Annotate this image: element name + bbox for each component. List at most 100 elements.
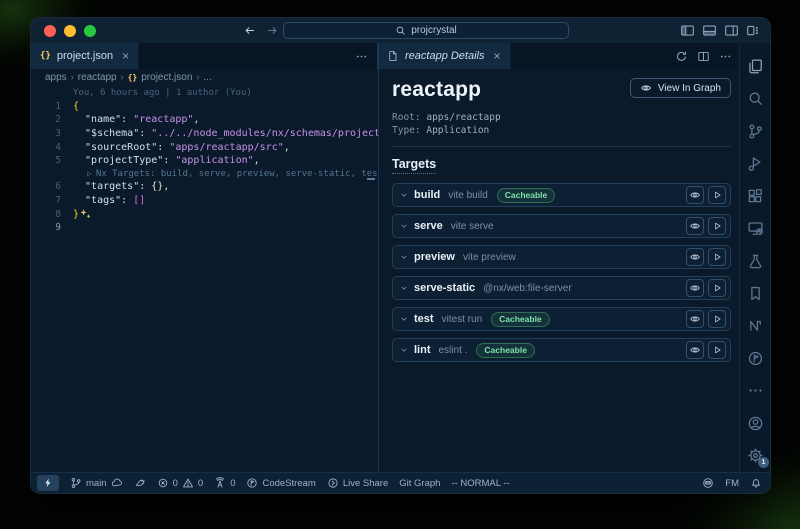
target-name: serve-static [414,282,475,294]
status-vim-mode[interactable]: -- NORMAL -- [451,478,509,489]
run-target-button[interactable] [708,186,726,204]
target-name: lint [414,344,431,356]
activity-codestream-icon[interactable] [743,342,767,374]
editor-tab-bar: {} project.json × reactapp Details × [31,43,741,69]
run-target-button[interactable] [708,341,726,359]
refresh-icon[interactable] [675,50,688,63]
target-name: serve [414,220,443,232]
view-target-config-button[interactable] [686,341,704,359]
split-editor-icon[interactable] [697,50,710,63]
command-center-search[interactable]: projcrystal [283,22,569,39]
view-target-config-button[interactable] [686,186,704,204]
status-git-graph[interactable]: Git Graph [399,478,440,489]
chevron-down-icon[interactable] [399,345,409,355]
chevron-down-icon[interactable] [399,221,409,231]
back-arrow-icon[interactable] [243,24,256,37]
status-copilot[interactable] [702,477,714,489]
cacheable-badge: Cacheable [491,312,550,327]
activity-source-control-icon[interactable] [743,115,767,147]
run-target-button[interactable] [708,310,726,328]
code-line-8: 8} [31,207,378,221]
breadcrumb-item-reactapp[interactable]: reactapp [78,72,117,83]
chevron-down-icon[interactable] [399,283,409,293]
line-number: 1 [31,101,61,112]
activity-nx-console-icon[interactable] [743,310,767,342]
project-details-panel: reactapp View In Graph Root: apps/reacta… [379,69,741,472]
activity-testing-icon[interactable] [743,245,767,277]
close-tab-icon[interactable]: × [122,49,129,63]
code-line-2: 2 "name": "reactapp", [31,113,378,127]
target-card-lint[interactable]: linteslint .Cacheable [392,338,731,362]
view-target-config-button[interactable] [686,248,704,266]
status-problems[interactable]: 00 [157,477,204,489]
code-editor[interactable]: You, 6 hours ago | 1 author (You)1{2 "na… [31,85,378,472]
layout-customize-icon[interactable] [746,23,761,38]
run-target-button[interactable] [708,279,726,297]
layout-sidebar-left-icon[interactable] [680,23,695,38]
activity-search-icon[interactable] [743,82,767,114]
status-codestream[interactable]: CodeStream [246,477,315,489]
json-braces-icon: {} [40,51,51,61]
chevron-down-icon[interactable] [399,252,409,262]
view-target-config-button[interactable] [686,279,704,297]
vscode-window: projcrystal {} project.json × reactapp D… [30,17,771,494]
layout-sidebar-right-icon[interactable] [724,23,739,38]
line-number: 2 [31,114,61,125]
status-ports[interactable]: 0 [214,477,235,489]
view-target-config-button[interactable] [686,217,704,235]
breadcrumb: apps›reactapp›{}project.json›... [31,69,378,85]
nx-targets-codelens[interactable]: ▷Nx Targets: build, serve, preview, serv… [31,168,378,181]
forward-arrow-icon[interactable] [266,24,279,37]
chevron-down-icon[interactable] [399,314,409,324]
activity-run-debug-icon[interactable] [743,147,767,179]
breadcrumb-item-project-json[interactable]: {}project.json [128,72,193,83]
minimize-window-button[interactable] [64,25,76,37]
project-type-value: Application [426,125,489,136]
close-tab-icon[interactable]: × [494,49,501,63]
run-target-button[interactable] [708,217,726,235]
status-live-share[interactable]: Live Share [327,477,388,489]
layout-panel-icon[interactable] [702,23,717,38]
more-actions-icon[interactable] [719,50,732,63]
status-bird-indicator[interactable] [134,477,146,489]
target-card-serve[interactable]: servevite serve [392,214,731,238]
tab-reactapp-details[interactable]: reactapp Details × [378,43,511,69]
eye-icon [640,82,652,94]
zoom-window-button[interactable] [84,25,96,37]
status-fm-indicator[interactable]: FM [725,478,739,489]
activity-account-icon[interactable] [743,407,767,439]
status-remote-indicator[interactable] [37,475,59,491]
target-card-build[interactable]: buildvite buildCacheable [392,183,731,207]
target-card-test[interactable]: testvitest runCacheable [392,307,731,331]
more-actions-icon[interactable] [355,50,368,63]
window-controls [44,25,96,37]
chevron-down-icon[interactable] [399,190,409,200]
run-target-button[interactable] [708,248,726,266]
bird-icon [134,477,146,489]
close-window-button[interactable] [44,25,56,37]
view-in-graph-button[interactable]: View In Graph [630,78,731,98]
target-card-serve-static[interactable]: serve-static@nx/web:file-server [392,276,731,300]
tab-project-json[interactable]: {} project.json × [31,43,139,69]
activity-bookmarks-icon[interactable] [743,277,767,309]
view-target-config-button[interactable] [686,310,704,328]
target-command: vite build [448,190,487,201]
status-notifications[interactable] [750,477,762,489]
bolt-icon [42,477,54,489]
activity-extensions-icon[interactable] [743,180,767,212]
status-git-branch[interactable]: main [70,477,123,489]
activity-settings-gear-icon[interactable]: 1 [743,440,767,472]
activity-more-views-icon[interactable] [743,375,767,407]
project-root-value: apps/reactapp [426,112,500,123]
history-nav [243,18,279,43]
codestream-icon [246,477,258,489]
code-line-3: 3 "$schema": "../../node_modules/nx/sche… [31,127,378,141]
activity-explorer-icon[interactable] [743,50,767,82]
project-title: reactapp [392,78,481,102]
target-command: vitest run [442,314,483,325]
code-line-7: 7 "tags": [] [31,194,378,208]
breadcrumb-item--[interactable]: ... [203,72,211,83]
activity-remote-explorer-icon[interactable] [743,212,767,244]
breadcrumb-item-apps[interactable]: apps [45,72,67,83]
target-card-preview[interactable]: previewvite preview [392,245,731,269]
